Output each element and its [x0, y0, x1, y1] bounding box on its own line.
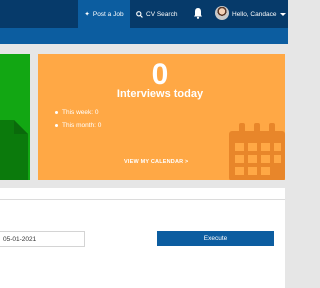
post-job-button[interactable]: ✦ Post a Job	[78, 0, 130, 28]
secondary-bar	[0, 28, 288, 44]
report-panel: Execute	[0, 188, 285, 288]
calendar-icon	[229, 123, 285, 180]
this-month-text: This month: 0	[62, 122, 102, 129]
execute-button[interactable]: Execute	[157, 231, 274, 246]
plus-icon: ✦	[84, 11, 90, 18]
green-stat-tile	[0, 54, 30, 180]
view-calendar-link[interactable]: VIEW MY CALENDAR >	[124, 159, 188, 165]
panel-header	[0, 188, 285, 200]
bell-icon[interactable]	[193, 7, 203, 19]
this-week-stat: This week: 0	[55, 109, 99, 116]
caret-down-icon	[280, 12, 287, 16]
interviews-count: 0	[151, 58, 169, 91]
this-month-stat: This month: 0	[55, 122, 101, 129]
this-week-text: This week: 0	[62, 109, 99, 116]
cv-search-button[interactable]: CV Search	[136, 0, 177, 28]
top-nav: ✦ Post a Job CV Search Hello, Candace	[0, 0, 288, 28]
avatar[interactable]	[215, 6, 229, 20]
document-icon	[0, 120, 28, 180]
search-icon	[136, 10, 143, 18]
post-job-label: Post a Job	[92, 10, 124, 18]
user-greeting: Hello, Candace	[232, 10, 277, 18]
interviews-label: Interviews today	[116, 88, 204, 100]
date-field[interactable]	[0, 231, 85, 247]
interviews-tile: 0 Interviews today This week: 0 This mon…	[38, 54, 285, 180]
cv-search-label: CV Search	[146, 10, 178, 18]
user-menu[interactable]: Hello, Candace	[232, 0, 287, 28]
